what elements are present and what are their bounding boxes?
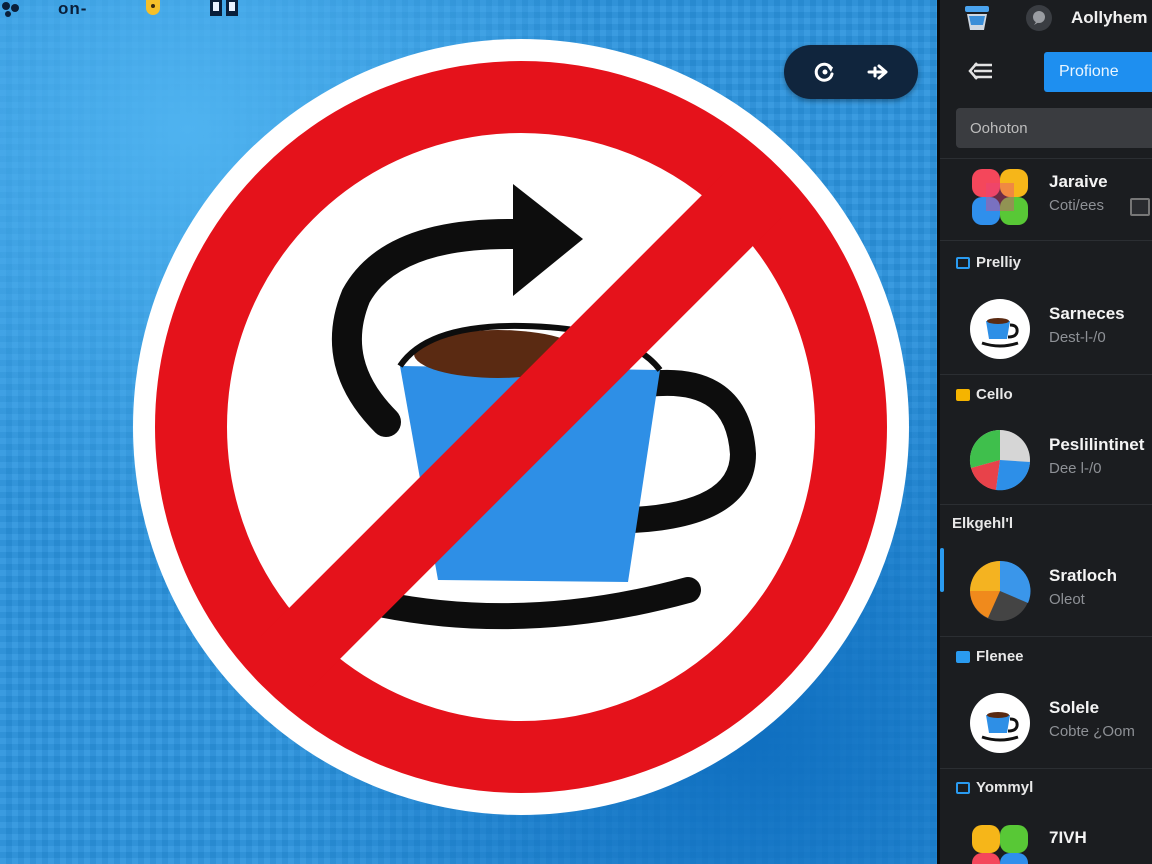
no-coffee-refill-sign-icon xyxy=(133,39,909,815)
section-label: Prelliy xyxy=(976,254,1022,271)
pie-chart-icon xyxy=(969,429,1030,491)
book-icon[interactable] xyxy=(208,0,242,18)
toolbar-label: on- xyxy=(58,0,88,18)
color-grid-icon xyxy=(972,825,1028,864)
divider xyxy=(940,158,1152,159)
main-canvas: on- xyxy=(0,0,940,864)
section-label: Yommyl xyxy=(976,779,1034,796)
item-name: Jaraive xyxy=(1049,172,1108,191)
divider xyxy=(940,504,1152,505)
item-name: Peslilintinet xyxy=(1049,435,1145,454)
list-item[interactable]: Jaraive Coti/ees xyxy=(960,162,1152,232)
item-subtitle: Cobte ¿Oom xyxy=(1049,723,1135,740)
section-icon xyxy=(956,650,970,663)
section-icon xyxy=(956,388,970,401)
item-subtitle: Oleot xyxy=(1049,591,1085,608)
list-item[interactable]: Peslilintinet Dee l-/0 xyxy=(960,425,1152,495)
list-item[interactable]: Solele Cobte ¿Oom xyxy=(960,688,1152,758)
color-grid-icon xyxy=(972,169,1028,225)
cup-app-icon[interactable] xyxy=(962,4,992,32)
sidebar-panel: Aollyhem Profione Jaraive Coti/ees Prell… xyxy=(937,0,1152,864)
item-subtitle: Dee l-/0 xyxy=(1049,460,1102,477)
section-label: Flenee xyxy=(976,648,1024,665)
app-logo-icon[interactable] xyxy=(0,0,22,18)
top-toolbar: on- xyxy=(0,0,260,22)
coffee-cup-icon[interactable] xyxy=(143,0,165,18)
chat-icon[interactable] xyxy=(1026,5,1052,31)
section-header: Flenee xyxy=(956,648,1024,665)
pie-chart-icon xyxy=(970,560,1031,621)
list-item[interactable]: 7IVH xyxy=(960,818,1152,864)
section-header: Cello xyxy=(956,386,1013,403)
section-icon xyxy=(956,781,970,794)
section-header: Yommyl xyxy=(956,779,1033,796)
item-subtitle: Dest-l-/0 xyxy=(1049,329,1106,346)
search-input[interactable] xyxy=(956,108,1152,148)
section-header: Elkgehl'l xyxy=(952,515,1013,532)
divider xyxy=(940,374,1152,375)
item-name: Solele xyxy=(1049,698,1100,717)
section-icon xyxy=(956,256,970,269)
item-badge-icon[interactable] xyxy=(1130,198,1150,216)
section-header: Prelliy xyxy=(956,254,1021,271)
item-name: 7IVH xyxy=(1049,828,1087,847)
list-item[interactable]: Sratloch Oleot xyxy=(960,556,1152,626)
divider xyxy=(940,240,1152,241)
coffee-cup-icon xyxy=(970,299,1030,359)
divider xyxy=(940,636,1152,637)
panel-header: Aollyhem xyxy=(940,0,1152,38)
item-name: Sratloch xyxy=(1049,566,1118,585)
coffee-cup-icon xyxy=(970,693,1030,753)
section-label: Cello xyxy=(976,386,1013,403)
item-subtitle: Coti/ees xyxy=(1049,197,1105,214)
active-indicator xyxy=(940,548,944,592)
profile-button[interactable]: Profione xyxy=(1044,52,1152,92)
divider xyxy=(940,768,1152,769)
list-item[interactable]: Sarneces Dest-l-/0 xyxy=(960,294,1152,364)
panel-title: Aollyhem xyxy=(1071,8,1148,27)
back-arrow-icon[interactable] xyxy=(966,58,996,84)
item-name: Sarneces xyxy=(1049,304,1125,323)
section-label: Elkgehl'l xyxy=(952,515,1014,532)
